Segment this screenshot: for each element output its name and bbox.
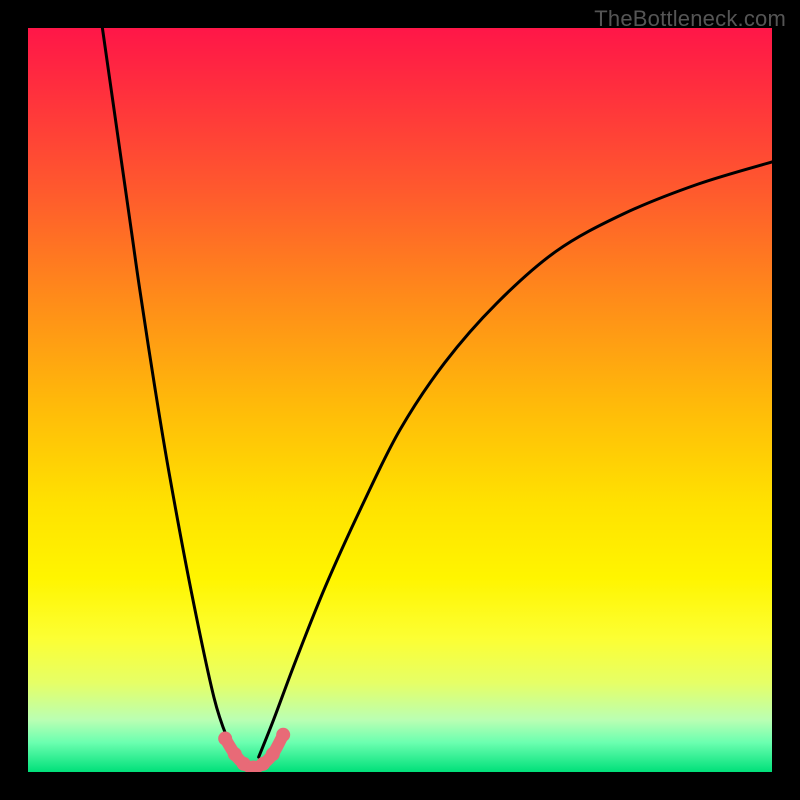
marker-layer <box>218 728 290 772</box>
curve-layer <box>102 28 772 772</box>
marker-dot-6 <box>276 728 290 742</box>
chart-panel <box>28 28 772 772</box>
series-left-branch <box>102 28 251 772</box>
chart-outer-frame: TheBottleneck.com <box>0 0 800 800</box>
series-right-branch <box>259 162 772 757</box>
marker-dot-5 <box>266 747 280 761</box>
marker-dot-0 <box>218 732 232 746</box>
chart-svg <box>28 28 772 772</box>
